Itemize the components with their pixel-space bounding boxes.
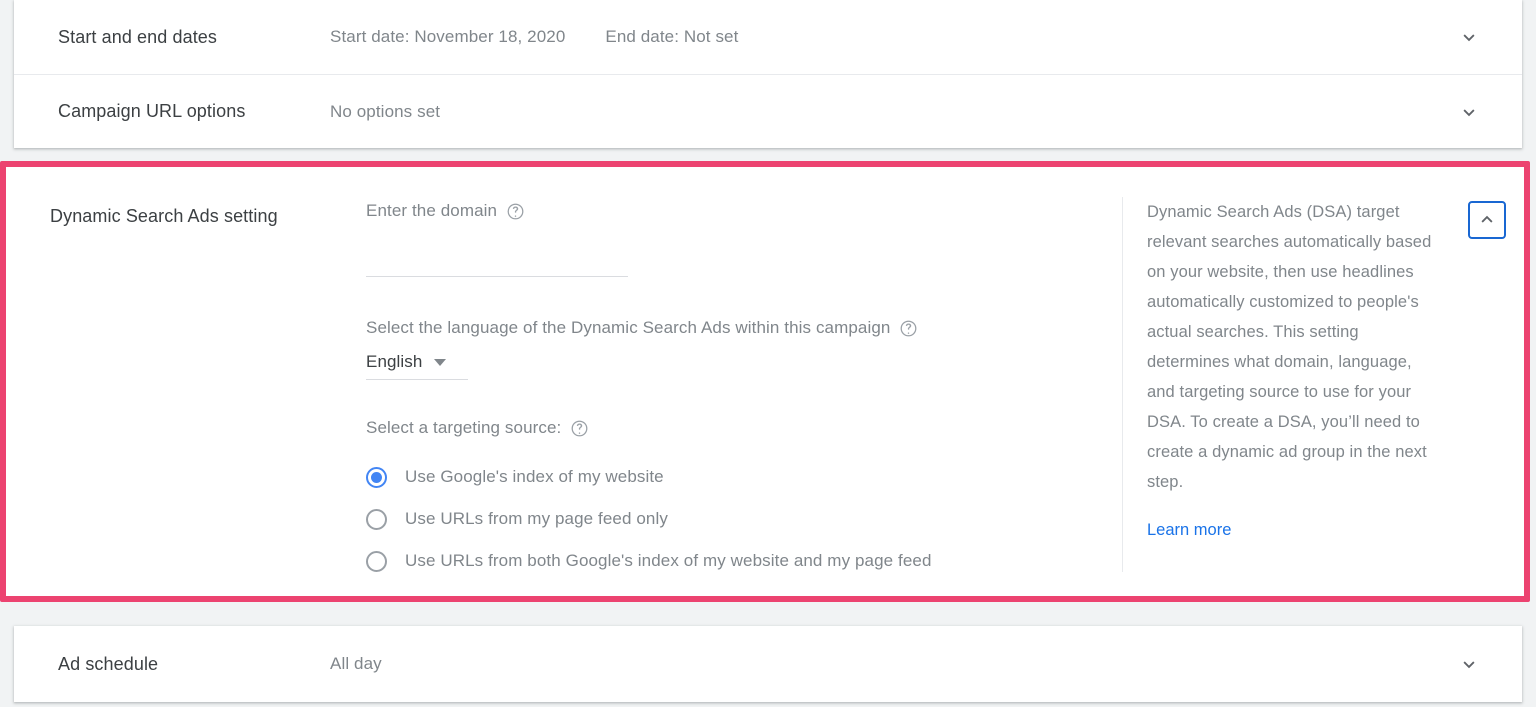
help-circle-icon — [570, 419, 589, 438]
end-date-summary: End date: Not set — [605, 27, 738, 47]
collapsed-settings-card: Start and end dates Start date: November… — [14, 0, 1522, 148]
campaign-url-options-summary: No options set — [330, 102, 440, 122]
ad-schedule-summary: All day — [330, 654, 382, 674]
settings-row-summary: No options set — [330, 102, 440, 122]
language-field-group: Select the language of the Dynamic Searc… — [366, 318, 1096, 380]
dynamic-search-ads-form: Enter the domain Sel — [366, 201, 1096, 582]
settings-row-label: Start and end dates — [14, 27, 330, 48]
settings-row-start-and-end-dates[interactable]: Start and end dates Start date: November… — [14, 0, 1522, 74]
help-circle-icon — [899, 319, 918, 338]
dsa-info-text: Dynamic Search Ads (DSA) target relevant… — [1147, 197, 1443, 497]
chevron-up-icon — [1476, 209, 1498, 231]
dynamic-search-ads-card: Dynamic Search Ads setting Enter the dom… — [14, 173, 1516, 590]
domain-input[interactable] — [366, 251, 628, 277]
learn-more-link[interactable]: Learn more — [1147, 521, 1231, 540]
targeting-source-group: Select a targeting source: U — [366, 418, 1096, 582]
radio-option-label: Use URLs from both Google's index of my … — [405, 551, 932, 571]
help-icon[interactable] — [570, 419, 589, 438]
radio-option-label: Use Google's index of my website — [405, 467, 664, 487]
expand-start-and-end-dates-button[interactable] — [1452, 20, 1486, 54]
dynamic-search-ads-setting-title: Dynamic Search Ads setting — [50, 206, 350, 227]
chevron-down-icon — [1458, 653, 1480, 675]
radio-option-page-feed-only[interactable]: Use URLs from my page feed only — [366, 498, 1096, 540]
expand-campaign-url-options-button[interactable] — [1452, 95, 1486, 129]
chevron-down-icon — [1458, 101, 1480, 123]
ad-schedule-card[interactable]: Ad schedule All day — [14, 626, 1522, 702]
language-field-label: Select the language of the Dynamic Searc… — [366, 318, 890, 338]
radio-button[interactable] — [366, 509, 387, 530]
targeting-source-label-row: Select a targeting source: — [366, 418, 1096, 438]
domain-field-label: Enter the domain — [366, 201, 497, 221]
domain-field-label-row: Enter the domain — [366, 201, 1096, 221]
ad-schedule-label: Ad schedule — [14, 654, 330, 675]
campaign-settings-page: Start and end dates Start date: November… — [0, 0, 1536, 707]
language-field-label-row: Select the language of the Dynamic Searc… — [366, 318, 1096, 338]
help-circle-icon — [506, 202, 525, 221]
help-icon[interactable] — [899, 319, 918, 338]
language-selected-value: English — [366, 352, 422, 372]
ad-schedule-summary-wrap: All day — [330, 654, 382, 674]
help-icon[interactable] — [506, 202, 525, 221]
caret-down-icon — [434, 359, 446, 366]
radio-option-both-index-and-page-feed[interactable]: Use URLs from both Google's index of my … — [366, 540, 1096, 582]
radio-option-label: Use URLs from my page feed only — [405, 509, 668, 529]
settings-row-label: Campaign URL options — [14, 101, 330, 122]
domain-field-group: Enter the domain — [366, 201, 1096, 277]
radio-button[interactable] — [366, 467, 387, 488]
chevron-down-icon — [1458, 26, 1480, 48]
expand-ad-schedule-button[interactable] — [1452, 647, 1486, 681]
settings-row-summary: Start date: November 18, 2020 End date: … — [330, 27, 738, 47]
language-select[interactable]: English — [366, 352, 468, 380]
collapse-dynamic-search-ads-button[interactable] — [1468, 201, 1506, 239]
radio-option-google-index[interactable]: Use Google's index of my website — [366, 456, 1096, 498]
settings-row-campaign-url-options[interactable]: Campaign URL options No options set — [14, 75, 1522, 148]
dynamic-search-ads-highlight-box: Dynamic Search Ads setting Enter the dom… — [0, 161, 1530, 602]
dsa-info-panel: Dynamic Search Ads (DSA) target relevant… — [1122, 197, 1442, 572]
radio-button[interactable] — [366, 551, 387, 572]
start-date-summary: Start date: November 18, 2020 — [330, 27, 565, 47]
targeting-source-radio-group: Use Google's index of my website Use URL… — [366, 456, 1096, 582]
targeting-source-label: Select a targeting source: — [366, 418, 561, 438]
